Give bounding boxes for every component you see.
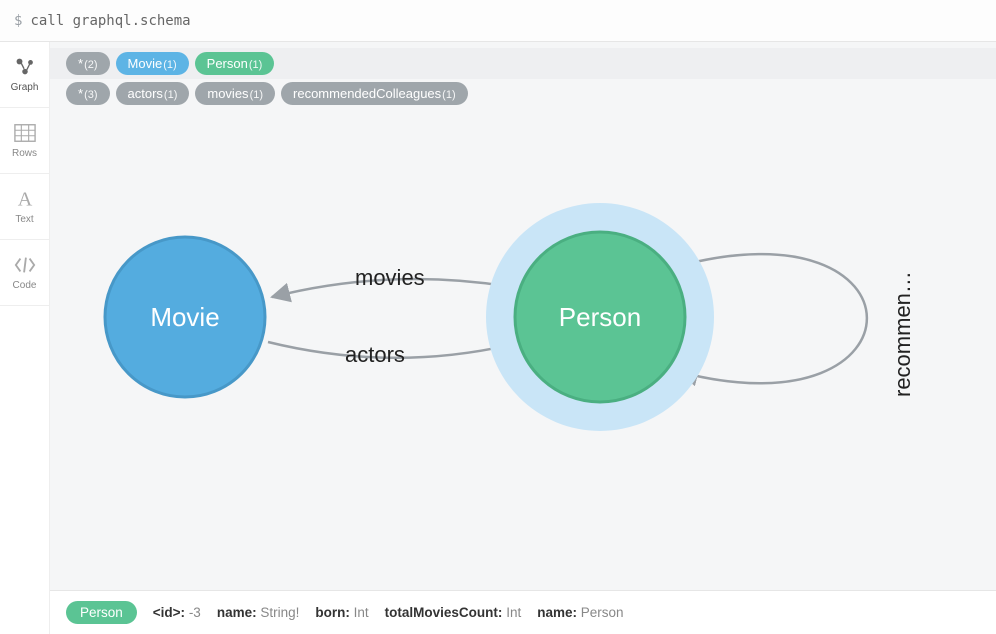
relationship-filter-row: *(3) actors(1) movies(1) recommendedColl… <box>66 79 986 108</box>
sidebar-item-label: Rows <box>12 148 37 159</box>
sidebar-item-code[interactable]: Code <box>0 240 49 306</box>
sidebar-item-graph[interactable]: Graph <box>0 42 49 108</box>
node-person-label: Person <box>559 302 641 332</box>
filter-chip-all-rels[interactable]: *(3) <box>66 82 110 105</box>
filter-chip-recommended[interactable]: recommendedColleagues(1) <box>281 82 468 105</box>
filter-chip-movies[interactable]: movies(1) <box>195 82 275 105</box>
edge-label-actors: actors <box>345 342 405 367</box>
sidebar-item-label: Code <box>13 280 37 291</box>
command-text: call graphql.schema <box>30 13 190 29</box>
details-type-chip[interactable]: Person <box>66 601 137 624</box>
filter-chip-movie[interactable]: Movie(1) <box>116 52 189 75</box>
code-icon <box>14 254 36 276</box>
edge-label-movies: movies <box>355 265 425 290</box>
svg-text:A: A <box>17 188 32 210</box>
sidebar-item-label: Text <box>15 214 33 225</box>
graph-icon <box>14 56 36 78</box>
node-filter-row: *(2) Movie(1) Person(1) <box>50 48 996 79</box>
prop-id: <id>: -3 <box>153 605 201 620</box>
prop-name2: name: Person <box>537 605 623 620</box>
filter-chip-actors[interactable]: actors(1) <box>116 82 190 105</box>
font-icon: A <box>14 188 36 210</box>
prompt-symbol: $ <box>14 13 22 29</box>
result-panel: *(2) Movie(1) Person(1) *(3) actors(1) m… <box>50 42 996 634</box>
sidebar-item-text[interactable]: A Text <box>0 174 49 240</box>
command-bar[interactable]: $ call graphql.schema <box>0 0 996 42</box>
sidebar-item-rows[interactable]: Rows <box>0 108 49 174</box>
edge-label-recommended: recommen… <box>890 271 915 397</box>
graph-canvas[interactable]: movies actors recommen… Person Movie <box>50 114 996 590</box>
prop-total-movies: totalMoviesCount: Int <box>385 605 522 620</box>
details-panel: Person <id>: -3 name: String! born: Int … <box>50 590 996 634</box>
table-icon <box>14 122 36 144</box>
filter-chip-person[interactable]: Person(1) <box>195 52 275 75</box>
prop-born: born: Int <box>315 605 368 620</box>
node-movie-label: Movie <box>150 302 219 332</box>
filter-chip-all-nodes[interactable]: *(2) <box>66 52 110 75</box>
prop-name: name: String! <box>217 605 300 620</box>
sidebar-item-label: Graph <box>11 82 39 93</box>
sidebar: Graph Rows A Text Code <box>0 42 50 634</box>
